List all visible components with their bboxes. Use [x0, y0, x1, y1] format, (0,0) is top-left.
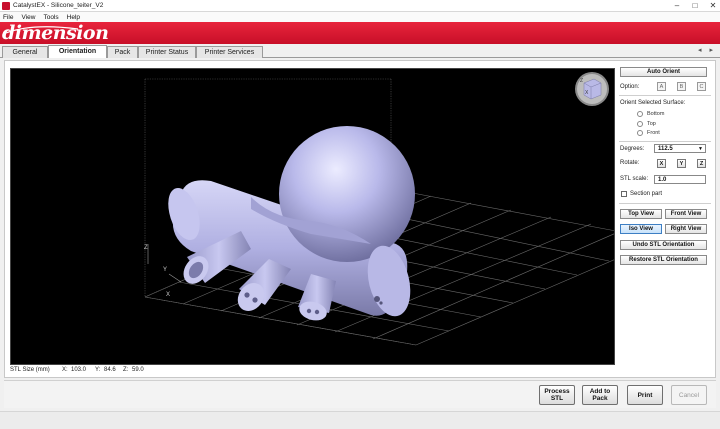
option-label: Option:: [620, 84, 640, 90]
axis-z-label: Z: [144, 245, 148, 251]
minimize-button[interactable]: –: [672, 1, 682, 10]
degrees-label: Degrees:: [620, 146, 645, 152]
window-controls: – □ ✕: [672, 1, 718, 10]
model-viewport[interactable]: Z Y X Z X: [10, 68, 615, 365]
app-icon: [2, 1, 10, 10]
surface-bottom-label: Bottom: [647, 111, 665, 117]
close-button[interactable]: ✕: [708, 1, 718, 10]
view-cube[interactable]: Z X: [575, 72, 609, 106]
stl-z-label: Z:: [123, 367, 129, 373]
surface-front-label: Front: [647, 130, 660, 136]
stl-y-value: 84.6: [104, 367, 116, 373]
chevron-down-icon: ▼: [698, 146, 703, 152]
stl-x-label: X:: [62, 367, 68, 373]
add-to-pack-label-line2: Pack: [592, 395, 608, 402]
stl-size-label: STL Size (mm): [10, 367, 50, 373]
tab-printer-status[interactable]: Printer Status: [138, 46, 196, 58]
stl-model[interactable]: [162, 126, 417, 323]
option-a-button[interactable]: A: [657, 82, 666, 91]
stl-x-value: 103.0: [71, 367, 87, 373]
right-view-button[interactable]: Right View: [665, 224, 707, 234]
stl-y-label: Y:: [95, 367, 101, 373]
process-stl-label-line2: STL: [550, 395, 564, 402]
tab-scroll-arrows[interactable]: ◂ ▸: [698, 46, 716, 54]
divider: [619, 203, 711, 204]
title-bar: CatalystEX - Silicone_teiter_V2 – □ ✕: [0, 0, 720, 12]
orient-surface-label: Orient Selected Surface:: [620, 100, 686, 106]
cancel-button[interactable]: Cancel: [671, 385, 707, 405]
rotate-y-button[interactable]: Y: [677, 159, 686, 168]
menu-view[interactable]: View: [21, 14, 35, 21]
menu-help[interactable]: Help: [67, 14, 80, 21]
surface-top-radio[interactable]: [637, 121, 643, 127]
orientation-controls: Auto Orient Option: A B C Orient Selecte…: [619, 66, 711, 366]
print-button[interactable]: Print: [627, 385, 663, 405]
rotate-label: Rotate:: [620, 160, 640, 166]
section-part-checkbox[interactable]: [621, 191, 627, 197]
cube-z-label: Z: [580, 78, 583, 84]
window-title: CatalystEX - Silicone_teiter_V2: [13, 2, 104, 9]
surface-top-label: Top: [647, 121, 656, 127]
dimension-logo: dimension: [2, 22, 109, 44]
restore-stl-orientation-button[interactable]: Restore STL Orientation: [620, 255, 707, 265]
menu-tools[interactable]: Tools: [43, 14, 58, 21]
option-b-button[interactable]: B: [677, 82, 686, 91]
degrees-value: 112.5: [658, 146, 673, 152]
surface-bottom-radio[interactable]: [637, 111, 643, 117]
menu-bar: File View Tools Help: [0, 12, 720, 22]
stl-scale-input[interactable]: 1.0: [654, 175, 706, 184]
process-stl-button[interactable]: Process STL: [539, 385, 575, 405]
brand-banner: dimension: [0, 22, 720, 44]
surface-front-radio[interactable]: [637, 130, 643, 136]
axis-y-label: Y: [163, 267, 167, 273]
undo-stl-orientation-button[interactable]: Undo STL Orientation: [620, 240, 707, 250]
tab-printer-services[interactable]: Printer Services: [196, 46, 263, 58]
stl-z-value: 59.0: [132, 367, 144, 373]
stl-size-readout: STL Size (mm) X: 103.0 Y: 84.6 Z: 59.0: [10, 367, 144, 373]
axis-x-label: X: [166, 292, 170, 298]
option-c-button[interactable]: C: [697, 82, 706, 91]
process-stl-label-line1: Process: [544, 388, 570, 395]
degrees-select[interactable]: 112.5 ▼: [654, 144, 706, 153]
tab-bar: General Orientation Pack Printer Status …: [0, 44, 720, 58]
rotate-z-button[interactable]: Z: [697, 159, 706, 168]
top-view-button[interactable]: Top View: [620, 209, 662, 219]
add-to-pack-button[interactable]: Add to Pack: [582, 385, 618, 405]
stl-scale-label: STL scale:: [620, 176, 649, 182]
maximize-button[interactable]: □: [690, 1, 700, 10]
rotate-x-button[interactable]: X: [657, 159, 666, 168]
tab-orientation[interactable]: Orientation: [48, 45, 107, 58]
section-part-label: Section part: [630, 191, 663, 197]
divider: [619, 141, 711, 142]
viewport-scene: Z Y X Z X: [144, 72, 614, 346]
front-view-button[interactable]: Front View: [665, 209, 707, 219]
tab-general[interactable]: General: [2, 46, 48, 58]
auto-orient-button[interactable]: Auto Orient: [620, 67, 707, 77]
tab-pack[interactable]: Pack: [107, 46, 138, 58]
status-bar: [0, 411, 720, 429]
iso-view-button[interactable]: Iso View: [620, 224, 662, 234]
add-to-pack-label-line1: Add to: [589, 388, 611, 395]
menu-file[interactable]: File: [3, 14, 13, 21]
divider: [619, 95, 711, 96]
